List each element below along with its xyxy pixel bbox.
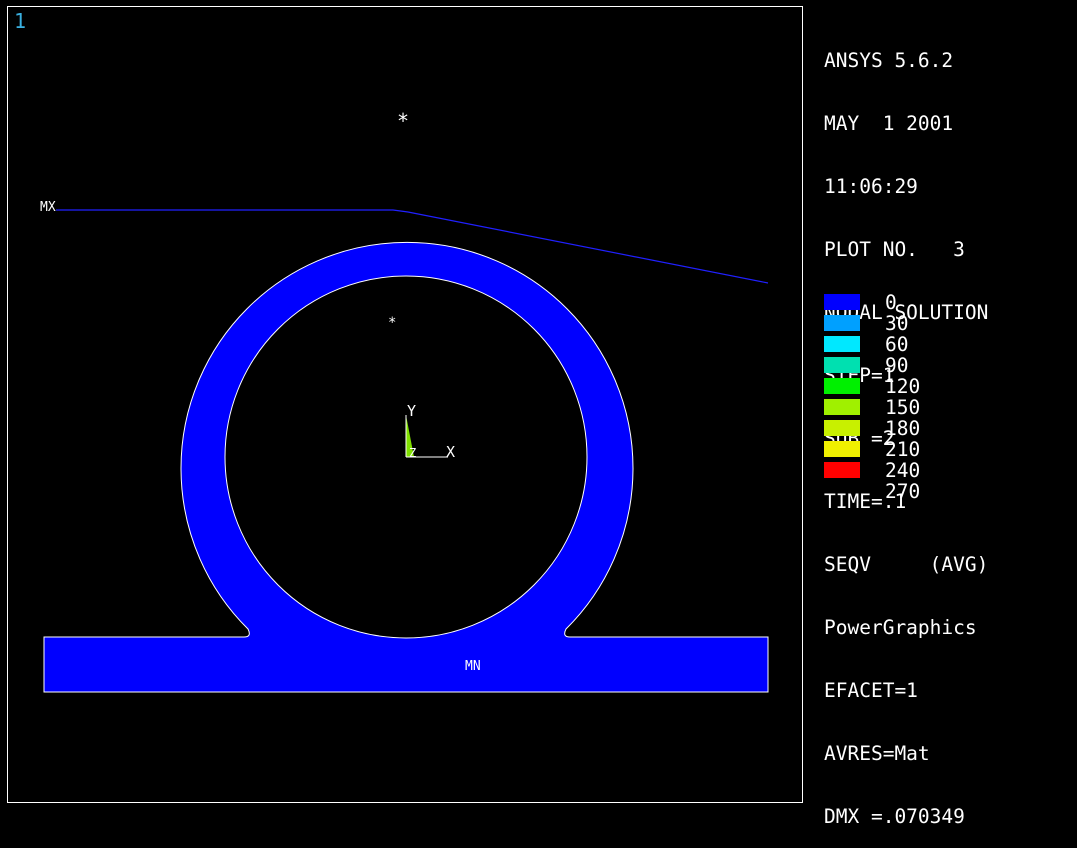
legend-swatch [824, 336, 860, 352]
info-product: ANSYS 5.6.2 [824, 49, 954, 72]
info-seqv: SEQV (AVG) [824, 553, 989, 576]
info-powergraphics: PowerGraphics [824, 616, 977, 639]
legend-value: 210 [885, 438, 921, 461]
graphics-viewport[interactable]: 1 MX MN * * Y X Z [7, 6, 803, 803]
triad-x-label: X [446, 443, 455, 461]
legend-swatch [824, 399, 860, 415]
info-time: 11:06:29 [824, 175, 918, 198]
legend-value: 60 [885, 333, 909, 356]
legend-swatch [824, 315, 860, 331]
info-efacet: EFACET=1 [824, 679, 918, 702]
legend-value: 30 [885, 312, 909, 335]
focus-star-marker: * [397, 109, 409, 133]
legend-value: 240 [885, 459, 921, 482]
info-plot-no: PLOT NO. 3 [824, 238, 965, 261]
info-date: MAY 1 2001 [824, 112, 954, 135]
legend-swatch [824, 294, 860, 310]
legend-value: 270 [885, 480, 921, 503]
info-dmx: DMX =.070349 [824, 805, 965, 828]
legend-value: 90 [885, 354, 909, 377]
legend-value: 0 [885, 291, 897, 314]
legend-value: 150 [885, 396, 921, 419]
legend-value: 180 [885, 417, 921, 440]
info-avres: AVRES=Mat [824, 742, 930, 765]
legend-value: 120 [885, 375, 921, 398]
max-label: MX [40, 200, 56, 215]
triad-y-label: Y [407, 402, 416, 420]
legend-swatch [824, 357, 860, 373]
legend-swatch [824, 462, 860, 478]
center-star-marker: * [388, 315, 396, 331]
legend-swatch [824, 441, 860, 457]
min-label: MN [465, 659, 481, 674]
model-plot[interactable]: MX MN * * Y X Z [8, 7, 804, 804]
triad-z-label: Z [409, 446, 416, 460]
legend-swatch [824, 378, 860, 394]
legend-swatch [824, 420, 860, 436]
